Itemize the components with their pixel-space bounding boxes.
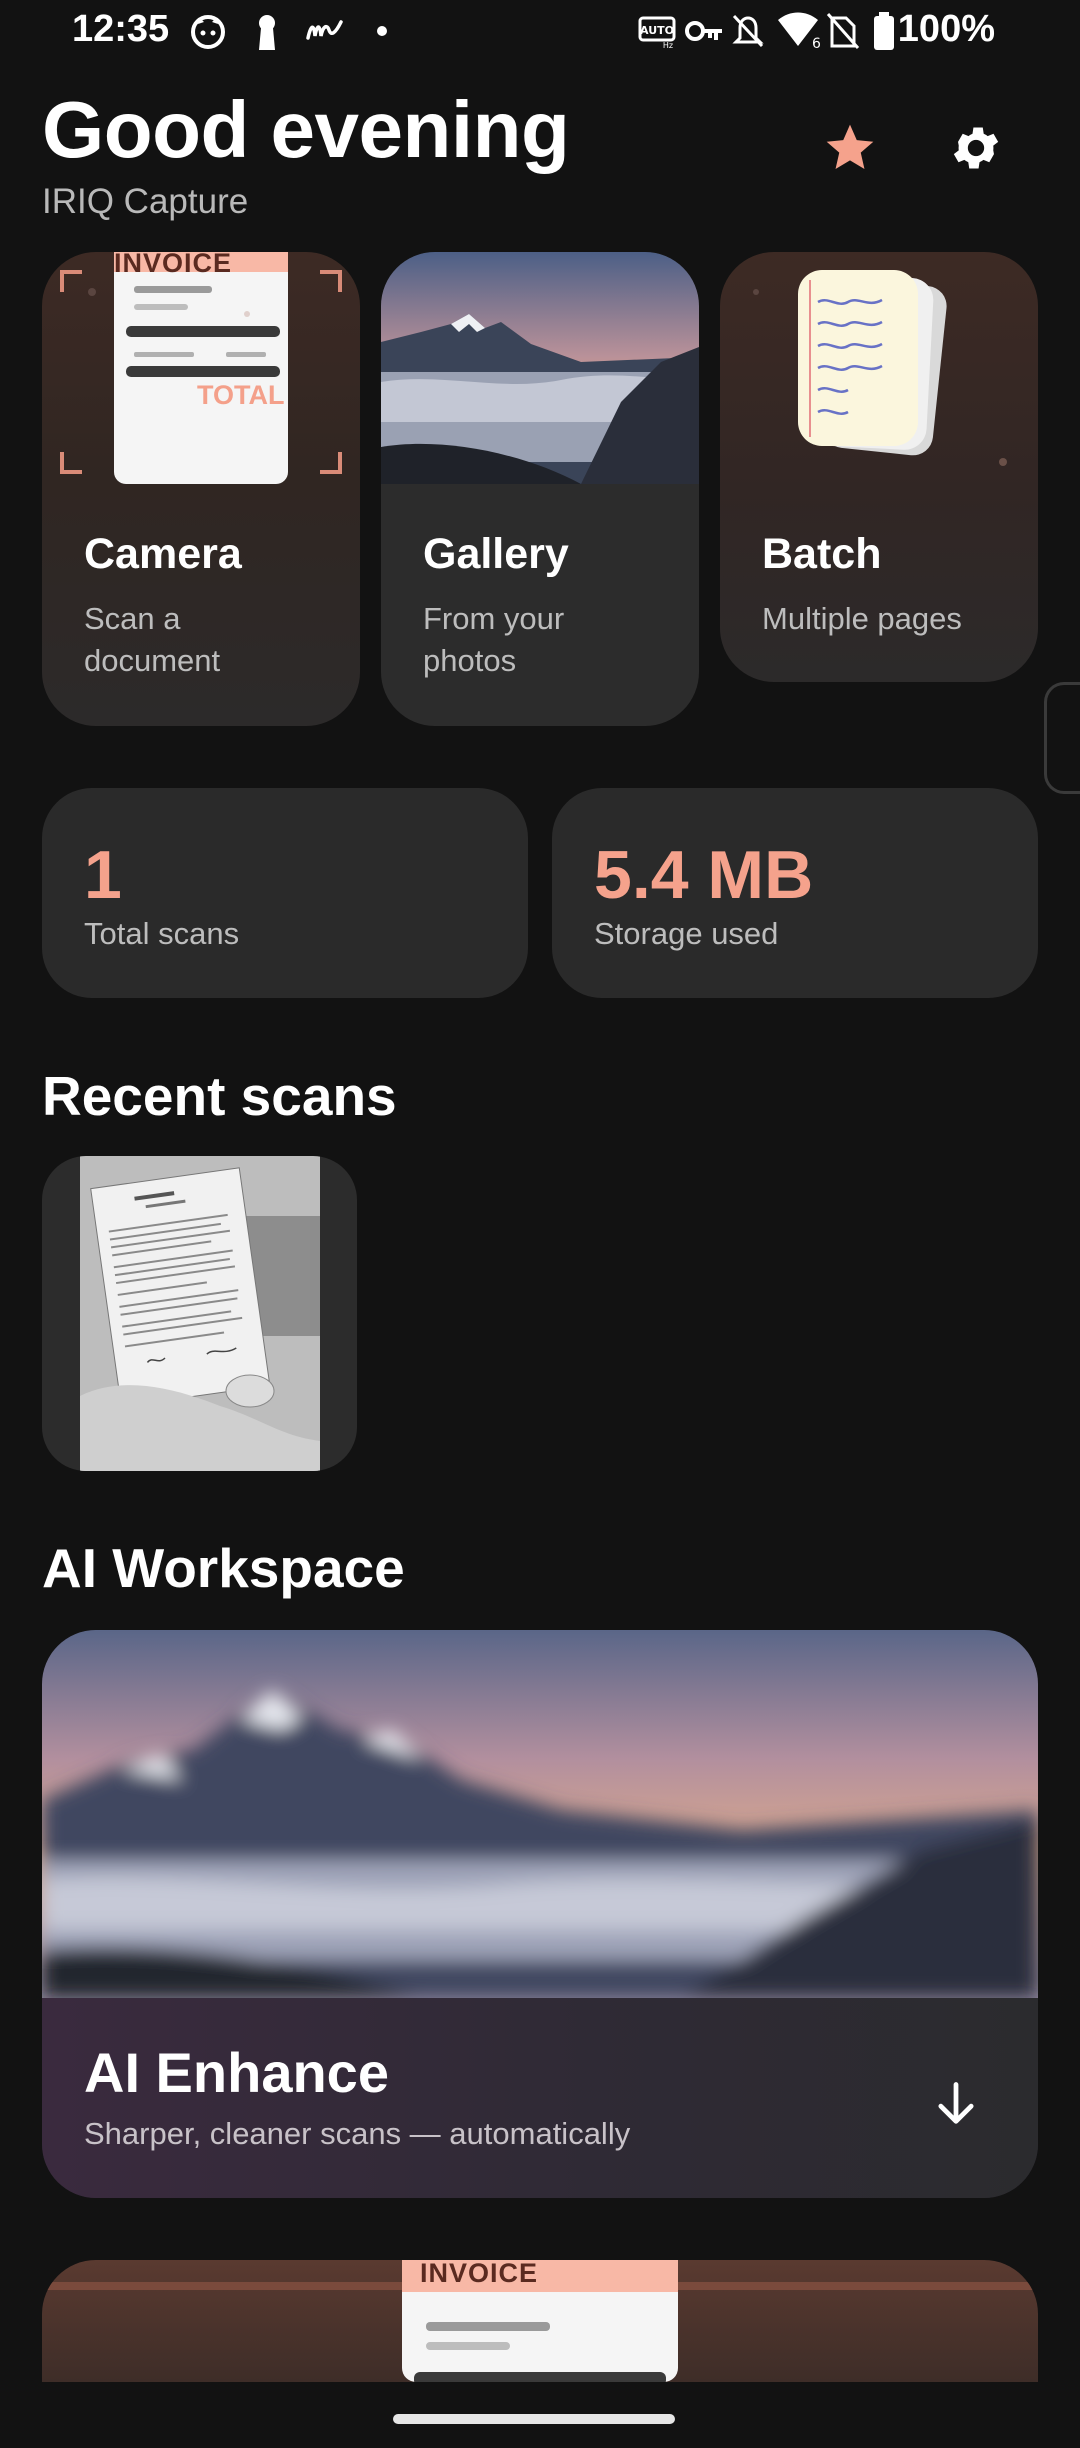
status-bar: 12:35 AUTO Hz 6 100% — [0, 0, 1080, 66]
storage-used-label: Storage used — [594, 916, 779, 951]
star-icon — [826, 124, 874, 169]
my-app-icon — [306, 20, 343, 40]
favorites-button[interactable] — [810, 108, 890, 188]
camera-card-title: Camera — [84, 530, 242, 578]
svg-text:Hz: Hz — [663, 41, 673, 50]
gear-icon — [953, 127, 999, 169]
gallery-card-subtitle-line2: photos — [423, 643, 517, 678]
no-sim-icon — [826, 13, 860, 49]
total-scans-label: Total scans — [84, 916, 240, 951]
batch-card-title: Batch — [762, 530, 882, 578]
total-scans-stat: 1 Total scans — [42, 788, 528, 998]
storage-used-stat: 5.4 MB Storage used — [552, 788, 1038, 998]
storage-used-value: 5.4 MB — [594, 837, 814, 913]
auto-hz-icon: AUTO Hz — [638, 16, 676, 50]
next-feature-card[interactable]: INVOICE — [42, 2260, 1038, 2382]
ai-enhance-preview-image — [42, 1630, 1038, 1998]
ai-enhance-download-button[interactable] — [918, 2066, 994, 2142]
bell-off-icon — [732, 14, 764, 48]
next-card-invoice-label: INVOICE — [420, 2260, 539, 2288]
recent-scans-title: Recent scans — [42, 1065, 397, 1127]
scanned-document-image — [80, 1156, 320, 1471]
dot-icon — [377, 26, 387, 36]
gallery-card[interactable]: Gallery From your photos — [381, 252, 699, 726]
recent-scan-thumbnail[interactable] — [42, 1156, 357, 1471]
arrow-down-icon — [938, 2082, 974, 2124]
batch-card-subtitle: Multiple pages — [762, 601, 962, 636]
ai-workspace-title: AI Workspace — [42, 1537, 405, 1599]
svg-text:AUTO: AUTO — [640, 24, 674, 37]
wifi-icon: 6 — [778, 12, 820, 50]
stacked-pages-illustration — [753, 270, 1007, 466]
batch-card[interactable]: Batch Multiple pages — [720, 252, 1038, 682]
vpn-key-icon — [685, 21, 722, 41]
status-time: 12:35 — [72, 8, 170, 50]
total-scans-value: 1 — [84, 837, 122, 913]
svg-text:6: 6 — [812, 36, 820, 50]
greeting-title: Good evening — [42, 85, 570, 174]
mountain-photo-thumbnail — [381, 252, 699, 484]
battery-percentage: 100% — [897, 8, 995, 50]
gallery-card-subtitle-line1: From your — [423, 601, 565, 636]
gallery-card-title: Gallery — [423, 530, 569, 578]
settings-button[interactable] — [936, 108, 1016, 188]
invoice-scan-illustration — [60, 252, 342, 484]
camera-card-subtitle-line1: Scan a — [84, 601, 181, 636]
ai-enhance-title: AI Enhance — [84, 2041, 389, 2104]
ai-enhance-card[interactable]: AI Enhance Sharper, cleaner scans — auto… — [42, 1630, 1038, 2198]
app-name: IRIQ Capture — [42, 182, 249, 221]
home-gesture-bar[interactable] — [393, 2414, 675, 2424]
camera-card-subtitle-line2: document — [84, 643, 221, 678]
ai-enhance-subtitle: Sharper, cleaner scans — automatically — [84, 2116, 631, 2151]
camera-card[interactable]: INVOICE TOTAL Camera Scan a document — [42, 252, 360, 726]
invoice-art-label: INVOICE — [114, 252, 233, 278]
battery-icon — [874, 12, 894, 50]
invoice-art-total: TOTAL — [197, 380, 285, 410]
edge-panel-handle[interactable] — [1044, 682, 1080, 794]
cat-notification-icon — [191, 15, 225, 49]
keyhole-icon — [259, 15, 275, 50]
